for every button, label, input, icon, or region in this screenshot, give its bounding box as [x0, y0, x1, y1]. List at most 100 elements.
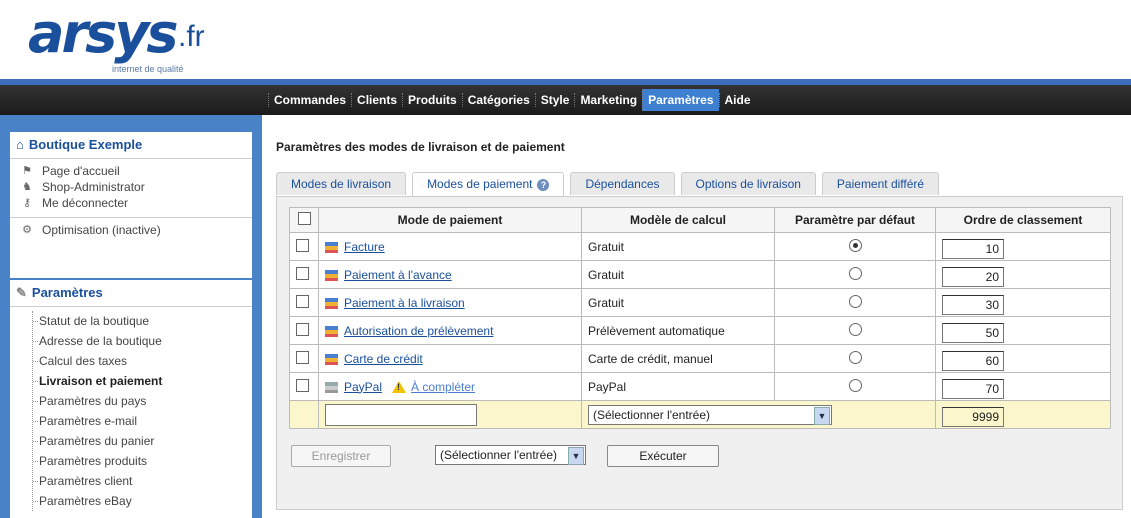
nav-aide[interactable]: Aide — [718, 93, 756, 107]
table-row: Facture Gratuit 10 — [289, 232, 1111, 261]
model-cell: Carte de crédit, manuel — [581, 344, 775, 373]
col-mode[interactable]: Mode de paiement — [318, 207, 582, 233]
save-button[interactable]: Enregistrer — [291, 445, 391, 467]
mode-cell: Paiement à la livraison — [318, 288, 582, 317]
order-input[interactable]: 60 — [942, 350, 1004, 371]
row-checkbox[interactable] — [296, 350, 309, 364]
shop-box-title[interactable]: ⌂ Boutique Exemple — [10, 132, 252, 159]
sidebar-link-logout[interactable]: ⚷ Me déconnecter — [10, 195, 252, 211]
tab-options-livraison[interactable]: Options de livraison — [680, 172, 816, 195]
nav-commandes[interactable]: Commandes — [268, 93, 351, 107]
row-checkbox[interactable] — [296, 378, 309, 392]
model-cell: PayPal — [581, 372, 775, 401]
col-modele[interactable]: Modèle de calcul — [581, 207, 775, 233]
order-cell: 50 — [935, 316, 1111, 345]
tab-modes-paiement[interactable]: Modes de paiement? — [412, 172, 565, 197]
default-radio[interactable] — [848, 350, 862, 364]
row-checkbox[interactable] — [296, 238, 309, 252]
model-cell: Prélèvement automatique — [581, 316, 775, 345]
default-radio[interactable] — [848, 378, 862, 392]
nav-clients[interactable]: Clients — [351, 93, 402, 107]
arsys-logo[interactable]: arsys .fr internet de qualité — [28, 2, 258, 76]
default-cell — [774, 344, 936, 373]
tab-modes-livraison[interactable]: Modes de livraison — [276, 172, 407, 195]
sidebar-link-client[interactable]: Paramètres client — [33, 471, 252, 491]
order-input[interactable]: 50 — [942, 322, 1004, 343]
new-model-select[interactable]: (Sélectionner l'entrée) ▼ — [588, 404, 832, 425]
complete-link[interactable]: À compléter — [411, 380, 475, 394]
default-radio[interactable] — [848, 322, 862, 336]
order-input[interactable]: 30 — [942, 294, 1004, 315]
payment-link[interactable]: PayPal — [344, 380, 382, 394]
default-radio[interactable] — [848, 294, 862, 308]
row-checkbox[interactable] — [296, 266, 309, 280]
default-cell — [774, 288, 936, 317]
optimisation-icon: ⚙ — [22, 224, 32, 236]
nav-categories[interactable]: Catégories — [461, 93, 535, 107]
table-row: Paiement à l'avance Gratuit 20 — [289, 260, 1111, 289]
mode-cell: Facture — [318, 232, 582, 261]
payment-table: Mode de paiement Modèle de calcul Paramè… — [289, 207, 1111, 429]
tab-dependances[interactable]: Dépendances — [570, 172, 675, 195]
new-entry-row: (Sélectionner l'entrée) ▼ 9999 — [289, 400, 1111, 429]
payment-link[interactable]: Autorisation de prélèvement — [344, 324, 493, 338]
mode-cell: PayPal! À compléter — [318, 372, 582, 401]
sidebar-link-livraison-paiement[interactable]: Livraison et paiement — [33, 371, 252, 391]
sidebar-link-taxes[interactable]: Calcul des taxes — [33, 351, 252, 371]
key-icon: ⚷ — [22, 197, 32, 209]
nav-parametres[interactable]: Paramètres — [642, 89, 719, 111]
action-select[interactable]: (Sélectionner l'entrée) ▼ — [435, 445, 586, 465]
table-row: PayPal! À compléter PayPal 70 — [289, 372, 1111, 401]
paypal-icon — [325, 381, 338, 393]
order-cell: 70 — [935, 372, 1111, 401]
row-select-cell — [289, 288, 319, 317]
sidebar-link-ebay[interactable]: Paramètres eBay — [33, 491, 252, 511]
payment-link[interactable]: Facture — [344, 240, 385, 254]
nav-produits[interactable]: Produits — [402, 93, 462, 107]
new-order-input[interactable]: 9999 — [942, 406, 1004, 427]
new-name-input[interactable] — [325, 403, 477, 426]
payment-link[interactable]: Paiement à la livraison — [344, 296, 465, 310]
sidebar: ⌂ Boutique Exemple ⚑ Page d'accueil ♞ Shop-… — [0, 115, 262, 518]
payment-icon — [325, 353, 338, 365]
nav-style[interactable]: Style — [534, 93, 575, 107]
sidebar-link-adresse[interactable]: Adresse de la boutique — [33, 331, 252, 351]
sidebar-link-home[interactable]: ⚑ Page d'accueil — [10, 163, 252, 179]
sidebar-link-pays[interactable]: Paramètres du pays — [33, 391, 252, 411]
divider — [10, 217, 252, 218]
sidebar-link-optimisation[interactable]: ⚙ Optimisation (inactive) — [10, 222, 252, 238]
sidebar-link-produits[interactable]: Paramètres produits — [33, 451, 252, 471]
chevron-down-icon[interactable]: ▼ — [568, 447, 584, 465]
payment-icon — [325, 297, 338, 309]
default-radio[interactable] — [848, 238, 862, 252]
payment-link[interactable]: Carte de crédit — [344, 352, 423, 366]
select-all-checkbox[interactable] — [297, 212, 311, 225]
sidebar-link-admin[interactable]: ♞ Shop-Administrator — [10, 179, 252, 195]
sidebar-link-email[interactable]: Paramètres e-mail — [33, 411, 252, 431]
order-input[interactable]: 10 — [942, 238, 1004, 259]
payment-icon — [325, 241, 338, 253]
order-cell: 10 — [935, 232, 1111, 261]
default-radio[interactable] — [848, 266, 862, 280]
params-box-title[interactable]: ✎ Paramètres — [10, 280, 252, 307]
sidebar-link-statut[interactable]: Statut de la boutique — [33, 311, 252, 331]
col-ordre[interactable]: Ordre de classement — [935, 207, 1111, 233]
sidebar-link-panier[interactable]: Paramètres du panier — [33, 431, 252, 451]
nav-marketing[interactable]: Marketing — [574, 93, 642, 107]
row-checkbox[interactable] — [296, 294, 309, 308]
order-input[interactable]: 20 — [942, 266, 1004, 287]
mode-cell: Autorisation de prélèvement — [318, 316, 582, 345]
default-cell — [774, 316, 936, 345]
logo-brand: arsys — [28, 2, 179, 65]
new-row-select-cell: (Sélectionner l'entrée) ▼ — [581, 400, 936, 429]
payment-link[interactable]: Paiement à l'avance — [344, 268, 452, 282]
col-defaut[interactable]: Paramètre par défaut — [774, 207, 936, 233]
row-checkbox[interactable] — [296, 322, 309, 336]
order-input[interactable]: 70 — [942, 378, 1004, 399]
chevron-down-icon[interactable]: ▼ — [814, 406, 830, 425]
help-icon[interactable]: ? — [537, 179, 550, 191]
row-select-cell — [289, 232, 319, 261]
warning-icon: ! — [392, 381, 407, 394]
tab-paiement-differe[interactable]: Paiement différé — [821, 172, 940, 195]
execute-button[interactable]: Exécuter — [607, 445, 719, 467]
